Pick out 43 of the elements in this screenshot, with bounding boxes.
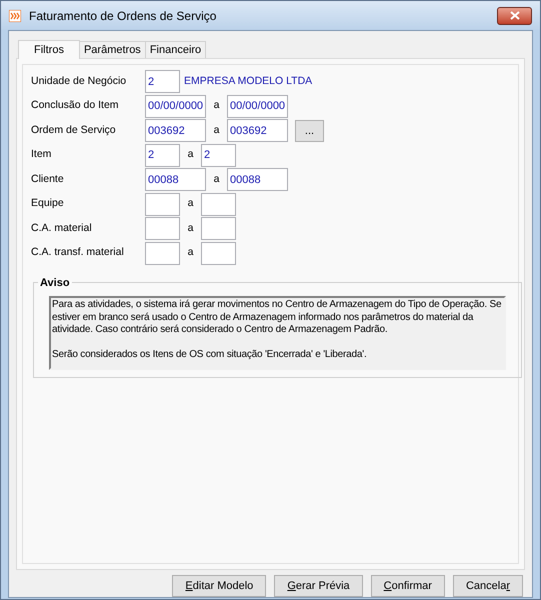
field-label: Item	[31, 147, 52, 162]
range-separator: a	[212, 98, 220, 114]
range-separator: a	[186, 196, 194, 212]
input-field[interactable]	[201, 192, 236, 216]
close-button[interactable]	[497, 6, 532, 24]
field-label: C.A. transf. material	[31, 245, 125, 260]
dialog-button[interactable]: Cancelar	[452, 575, 523, 597]
app-icon	[9, 10, 21, 22]
input-field[interactable]: 2	[145, 70, 180, 94]
notice-text: Para as atividades, o sistema irá gerar movimentos no Centro de Armazenagem do Tipo de Operação. Se estiver em branco será usado o Centro de Armazenagem informado nos parâmetros do material da atividade. Caso contrário será considerado o Centro de Armazenagem Padrão. Serão considerados os Itens de OS com situação 'Encerrada' e 'Liberada'.	[49, 296, 506, 370]
input-field[interactable]: 00088	[227, 168, 288, 192]
field-label: Cliente	[31, 172, 65, 187]
input-field[interactable]: 00088	[145, 168, 206, 192]
dialog-button[interactable]: Gerar Prévia	[274, 575, 363, 597]
input-field[interactable]: 003692	[145, 119, 206, 142]
input-field[interactable]	[201, 242, 236, 265]
input-field[interactable]: 00/00/0000	[145, 94, 206, 118]
company-name: EMPRESA MODELO LTDA	[184, 74, 312, 89]
field-label: Ordem de Serviço	[31, 122, 117, 138]
field-label: Unidade de Negócio	[31, 74, 128, 89]
input-field[interactable]: 2	[145, 144, 180, 167]
input-field[interactable]	[201, 217, 236, 240]
input-field[interactable]: 003692	[227, 119, 288, 142]
input-field[interactable]: 00/00/0000	[227, 94, 288, 118]
tab[interactable]: Filtros	[18, 40, 80, 59]
field-label: C.A. material	[31, 220, 93, 236]
range-separator: a	[186, 220, 194, 236]
field-label: Conclusão do Item	[31, 98, 120, 114]
range-separator: a	[186, 147, 194, 162]
range-separator: a	[212, 172, 220, 187]
input-field[interactable]	[145, 217, 180, 240]
dialog-button[interactable]: Confirmar	[370, 575, 445, 597]
input-field[interactable]	[145, 242, 180, 265]
window-title: Faturamento de Ordens de Serviço	[29, 8, 216, 24]
input-field[interactable]: 2	[201, 144, 236, 167]
input-field[interactable]	[145, 192, 180, 216]
lookup-button[interactable]: ...	[295, 120, 324, 142]
field-label: Equipe	[31, 196, 65, 212]
dialog-button[interactable]: Editar Modelo	[172, 575, 266, 597]
range-separator: a	[186, 245, 194, 260]
tab[interactable]: Financeiro	[144, 41, 206, 58]
range-separator: a	[212, 122, 220, 138]
close-icon	[510, 11, 520, 20]
